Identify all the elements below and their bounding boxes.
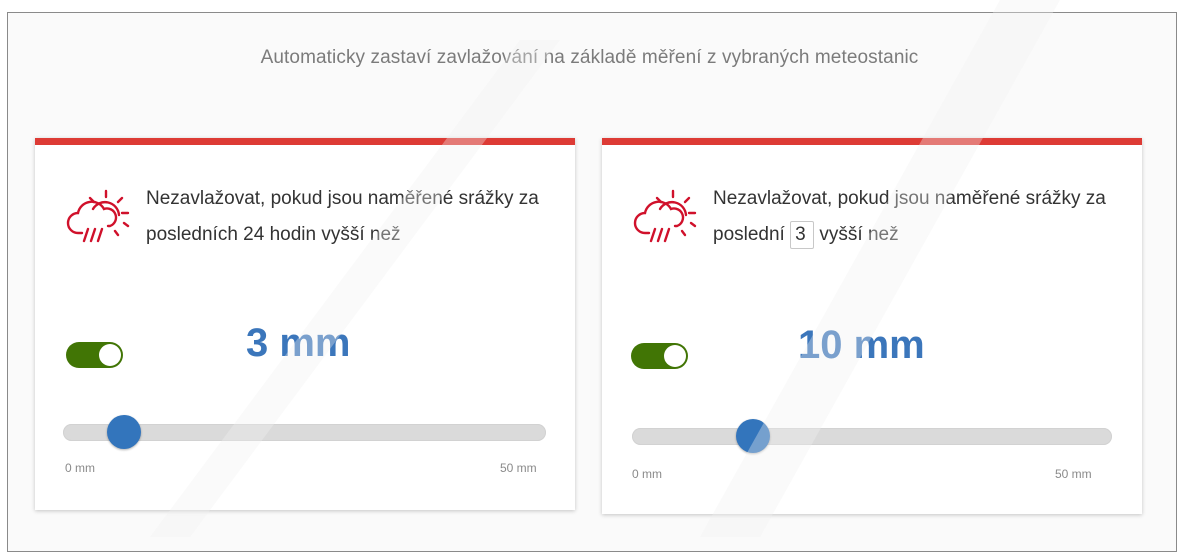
rule-text-before: Nezavlažovat, pokud jsou naměřené srážky… — [713, 188, 1106, 245]
slider-min-label: 0 mm — [65, 461, 95, 475]
threshold-slider[interactable] — [632, 419, 1112, 453]
rule-enable-toggle[interactable] — [66, 342, 123, 368]
rain-sun-icon — [66, 189, 130, 243]
rule-card-days: Nezavlažovat, pokud jsou naměřené srážky… — [602, 138, 1142, 514]
slider-handle[interactable] — [107, 415, 141, 449]
toggle-knob — [99, 344, 121, 366]
rule-text: Nezavlažovat, pokud jsou naměřené srážky… — [146, 188, 539, 245]
slider-min-label: 0 mm — [632, 467, 662, 481]
rule-text-after: vyšší než — [819, 224, 899, 245]
rule-description: Nezavlažovat, pokud jsou naměřené srážky… — [629, 181, 1119, 253]
slider-handle[interactable] — [736, 419, 770, 453]
threshold-value: 3 mm — [246, 321, 351, 365]
threshold-slider[interactable] — [63, 415, 546, 449]
rain-sun-icon — [633, 189, 697, 243]
page-subtitle: Automaticky zastaví zavlažování na zákla… — [260, 47, 919, 68]
rule-enable-toggle[interactable] — [631, 343, 688, 369]
rule-description: Nezavlažovat, pokud jsou naměřené srážky… — [62, 181, 552, 253]
threshold-value: 10 mm — [798, 323, 925, 367]
slider-max-label: 50 mm — [500, 461, 537, 475]
toggle-knob — [664, 345, 686, 367]
slider-max-label: 50 mm — [1055, 467, 1092, 481]
rule-card-24h: Nezavlažovat, pokud jsou naměřené srážky… — [35, 138, 575, 510]
days-input[interactable]: 3 — [790, 220, 815, 249]
